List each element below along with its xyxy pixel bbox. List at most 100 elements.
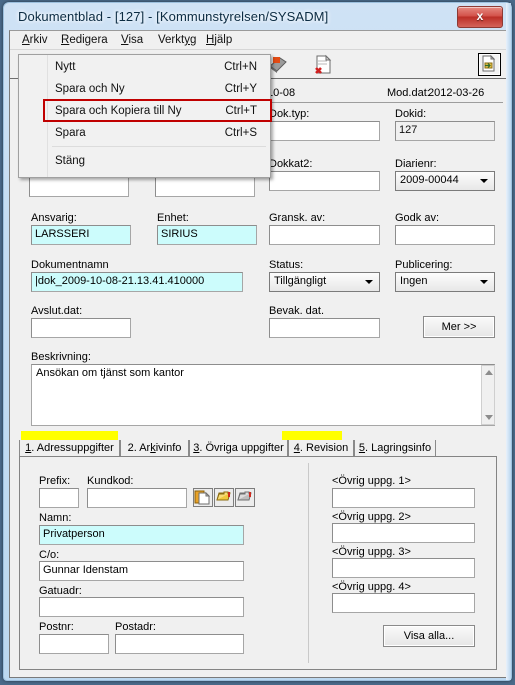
combo-status-value: Tillgängligt [274,275,327,287]
tab-strip: 1. Adressuppgifter 2. Arkivinfo 3. Övrig… [19,431,497,457]
label-gransk-av: Gransk. av: [269,212,326,224]
label-dokid: Dokid: [395,108,427,120]
menu-icon-gutter [19,55,48,177]
field-ansvarig[interactable]: LARSSERI [31,225,131,245]
field-enhet[interactable]: SIRIUS [157,225,257,245]
label-ovrig-3: <Övrig uppg. 3> [332,546,411,558]
window-title: Dokumentblad - [127] - [Kommunstyrelsen/… [18,9,329,24]
field-namn[interactable]: Privatperson [39,525,244,545]
label-enhet: Enhet: [157,212,189,224]
field-ovrig-4[interactable] [332,593,475,613]
folder-button[interactable] [214,488,234,507]
combo-publicering-value: Ingen [400,275,428,287]
field-hidden-mid[interactable] [155,177,255,197]
field-postnr[interactable] [39,634,109,654]
combo-diarienr[interactable]: 2009-00044 [395,171,495,191]
label-avslut-dat: Avslut.dat: [31,305,83,317]
tab-marker-1 [21,431,118,440]
field-hidden-left[interactable] [29,177,129,197]
window-right-edge [506,3,511,680]
label-dok-typ: Dok.typ: [269,108,310,120]
chevron-down-icon [480,280,488,284]
menu-item-spara-och-kopiera-till-ny-accel: Ctrl+T [225,105,257,117]
arkiv-dropdown-menu[interactable]: Nytt Ctrl+N Spara och Ny Ctrl+Y Spara oc… [18,54,271,178]
label-beskrivning: Beskrivning: [31,351,91,363]
label-bevak-dat: Bevak. dat. [269,305,325,317]
mod-date-label: Mod.dat: [387,87,430,99]
label-ovrig-2: <Övrig uppg. 2> [332,511,411,523]
document-export-button[interactable] [478,53,501,76]
beskrivning-scrollbar[interactable] [481,365,495,425]
label-kundkod: Kundkod: [87,475,134,487]
label-postadr: Postadr: [115,621,156,633]
created-date-tail: 10-08 [267,87,296,99]
scroll-up-icon[interactable] [485,370,493,375]
field-bevak-dat[interactable] [269,318,380,338]
chevron-down-icon [480,179,488,183]
menu-item-nytt[interactable]: Nytt Ctrl+N [48,57,270,79]
tab-arkivinfo[interactable]: 2. Arkivinfo [120,440,189,457]
field-co[interactable]: Gunnar Idenstam [39,561,244,581]
field-postadr[interactable] [115,634,244,654]
visa-alla-button[interactable]: Visa alla... [383,625,475,647]
menu-visa[interactable]: Visa [118,34,146,46]
tab-panel-adressuppgifter: Prefix: Kundkod: Namn: Privatperson C/o:… [19,456,497,670]
field-ovrig-2[interactable] [332,523,475,543]
label-gatuadr: Gatuadr: [39,585,82,597]
copy-document-button[interactable] [193,488,213,507]
menu-item-spara-accel: Ctrl+S [224,127,257,139]
menu-redigera[interactable]: Redigera [58,34,111,46]
field-beskrivning[interactable]: Ansökan om tjänst som kantor [31,364,495,426]
delete-document-icon[interactable] [312,54,333,75]
mer-button[interactable]: Mer >> [423,316,495,338]
label-ansvarig: Ansvarig: [31,212,77,224]
menu-item-spara[interactable]: Spara Ctrl+S [48,123,270,145]
menu-item-stang-label: Stäng [55,155,86,167]
label-ovrig-4: <Övrig uppg. 4> [332,581,411,593]
menu-separator [52,146,266,147]
label-ovrig-1: <Övrig uppg. 1> [332,475,411,487]
scroll-down-icon[interactable] [485,415,493,420]
tab-adressuppgifter[interactable]: 1. Adressuppgifter [19,440,120,457]
menu-item-nytt-accel: Ctrl+N [224,61,257,73]
tab-lagringsinfo[interactable]: 5. Lagringsinfo [354,440,436,457]
label-prefix: Prefix: [39,475,71,487]
printer-button[interactable] [235,488,255,507]
menu-item-spara-och-ny[interactable]: Spara och Ny Ctrl+Y [48,79,270,101]
label-publicering: Publicering: [395,259,453,271]
label-godk-av: Godk av: [395,212,440,224]
tab-ovriga-uppgifter[interactable]: 3. Övriga uppgifter [189,440,288,457]
close-button[interactable]: x [457,6,503,28]
field-prefix[interactable] [39,488,79,508]
tab-revision[interactable]: 4. Revision [288,440,354,457]
menu-item-spara-och-kopiera-till-ny[interactable]: Spara och Kopiera till Ny Ctrl+T [48,101,270,123]
tab-panel-content: Prefix: Kundkod: Namn: Privatperson C/o:… [25,461,491,665]
menu-bar: Arkiv Redigera Visa Verktyg Hjälp [10,31,507,50]
mod-date-value: 2012-03-26 [428,87,485,99]
label-co: C/o: [39,549,60,561]
field-avslut-dat[interactable] [31,318,131,338]
field-ovrig-3[interactable] [332,558,475,578]
field-dokumentnamn[interactable]: |dok_2009-10-08-21.13.41.410000 [31,272,243,292]
menu-verktyg[interactable]: Verktyg [155,34,199,46]
menu-item-spara-och-ny-label: Spara och Ny [55,83,125,95]
field-kundkod[interactable] [87,488,187,508]
label-diarienr: Diarienr: [395,158,437,170]
menu-item-stang[interactable]: Stäng [48,151,270,173]
field-ovrig-1[interactable] [332,488,475,508]
client-area: Arkiv Redigera Visa Verktyg Hjälp 10-08 … [9,30,508,678]
chevron-down-icon [365,280,373,284]
combo-diarienr-value: 2009-00044 [400,174,459,186]
application-window: Dokumentblad - [127] - [Kommunstyrelsen/… [3,2,512,681]
field-gatuadr[interactable] [39,597,244,617]
combo-status[interactable]: Tillgängligt [269,272,380,292]
field-godk-av[interactable] [395,225,495,245]
field-dokkat2[interactable] [269,171,380,191]
combo-publicering[interactable]: Ingen [395,272,495,292]
field-gransk-av[interactable] [269,225,380,245]
save-icon[interactable] [268,54,289,75]
field-dok-typ[interactable] [269,121,380,141]
menu-hjalp[interactable]: Hjälp [203,34,235,46]
title-bar: Dokumentblad - [127] - [Kommunstyrelsen/… [4,3,511,33]
menu-arkiv[interactable]: Arkiv [19,34,51,46]
